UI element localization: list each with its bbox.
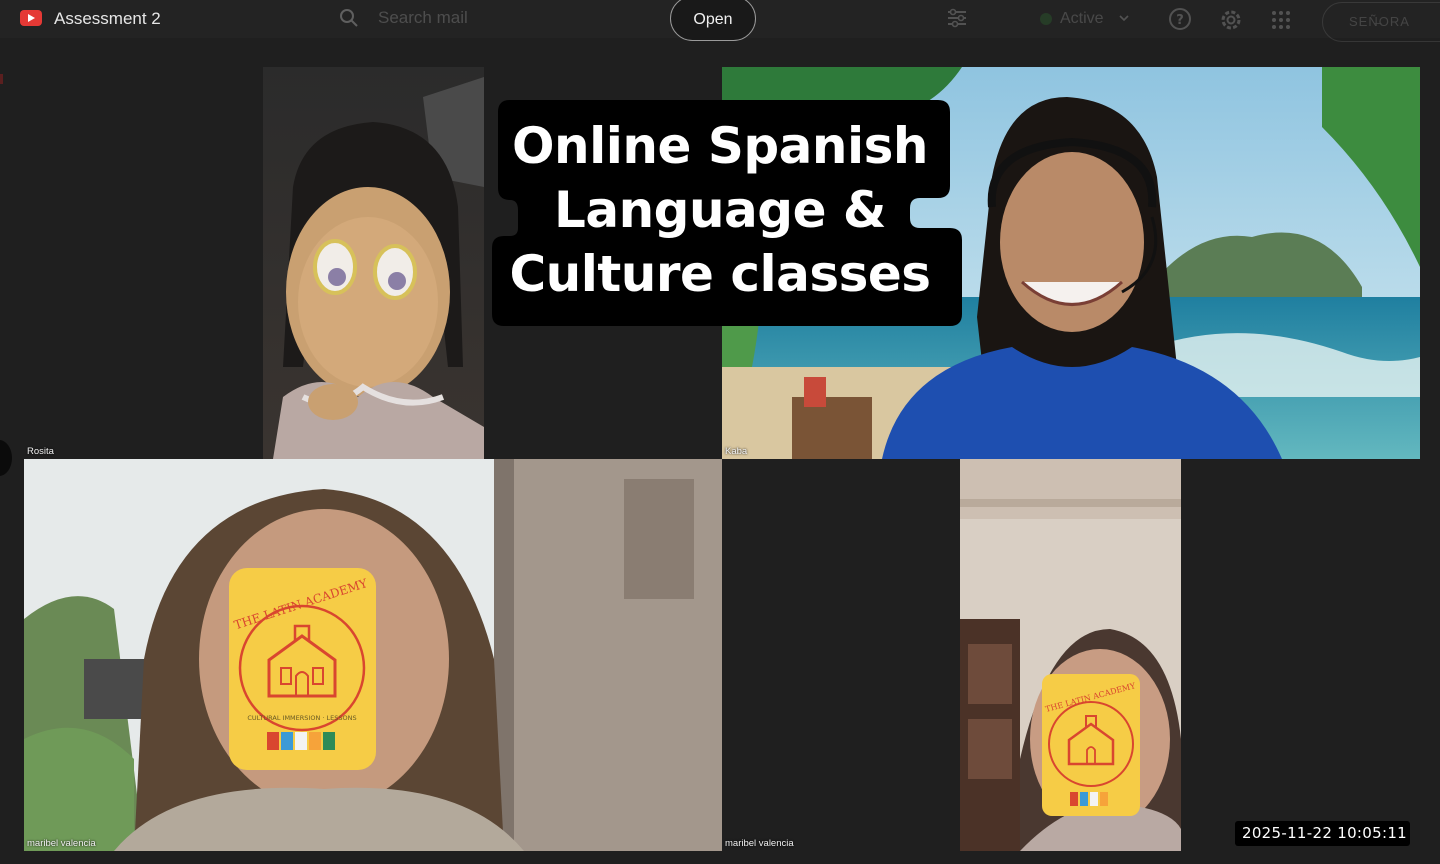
help-icon[interactable]: ? xyxy=(1168,7,1192,31)
youtube-icon xyxy=(20,10,42,26)
search-icon[interactable] xyxy=(339,8,359,28)
svg-text:?: ? xyxy=(1176,13,1184,28)
participant-video-puppet xyxy=(263,67,484,459)
active-status-label[interactable]: Active xyxy=(1060,10,1104,28)
participant-name-label: Rosita xyxy=(27,446,54,457)
participant-name-label: maribel valencia xyxy=(27,838,96,849)
search-input[interactable] xyxy=(378,6,638,30)
latin-academy-badge: THE LATIN ACADEMY CULTURAL IMMERSION · L… xyxy=(229,568,376,770)
title-line-2: Language & xyxy=(553,181,887,239)
chevron-down-icon[interactable] xyxy=(1118,12,1130,24)
badge-sub-text: CULTURAL IMMERSION · LESSONS xyxy=(247,714,356,722)
video-tile-maribel-2[interactable]: THE LATIN ACADEMY maribel valencia xyxy=(722,459,1420,851)
title-text: Online Spanish Language & Culture classe… xyxy=(490,114,950,306)
window-title: Assessment 2 xyxy=(54,9,161,28)
title-line-3: Culture classes xyxy=(509,245,931,303)
left-edge-mark xyxy=(0,74,3,84)
title-line-1: Online Spanish xyxy=(512,117,928,175)
gear-icon[interactable] xyxy=(1218,7,1244,33)
video-tile-maribel-1[interactable]: THE LATIN ACADEMY CULTURAL IMMERSION · L… xyxy=(24,459,722,851)
top-bar: Assessment 2 Open Active ? SEÑ̶ORA xyxy=(0,0,1440,42)
timestamp-overlay: 2025-11-22 10:05:11 xyxy=(1235,821,1410,846)
participant-name-label: Kaba xyxy=(725,446,748,457)
active-status-dot xyxy=(1040,13,1052,25)
filter-icon[interactable] xyxy=(946,8,968,28)
account-chip[interactable]: SEÑ̶ORA xyxy=(1322,2,1440,42)
open-button[interactable]: Open xyxy=(670,0,756,41)
left-edge-handle[interactable] xyxy=(0,440,12,476)
title-overlay: Online Spanish Language & Culture classe… xyxy=(490,100,962,326)
apps-grid-icon[interactable] xyxy=(1270,9,1292,31)
latin-academy-badge-small: THE LATIN ACADEMY xyxy=(1042,674,1140,816)
participant-name-label: maribel valencia xyxy=(725,838,794,849)
